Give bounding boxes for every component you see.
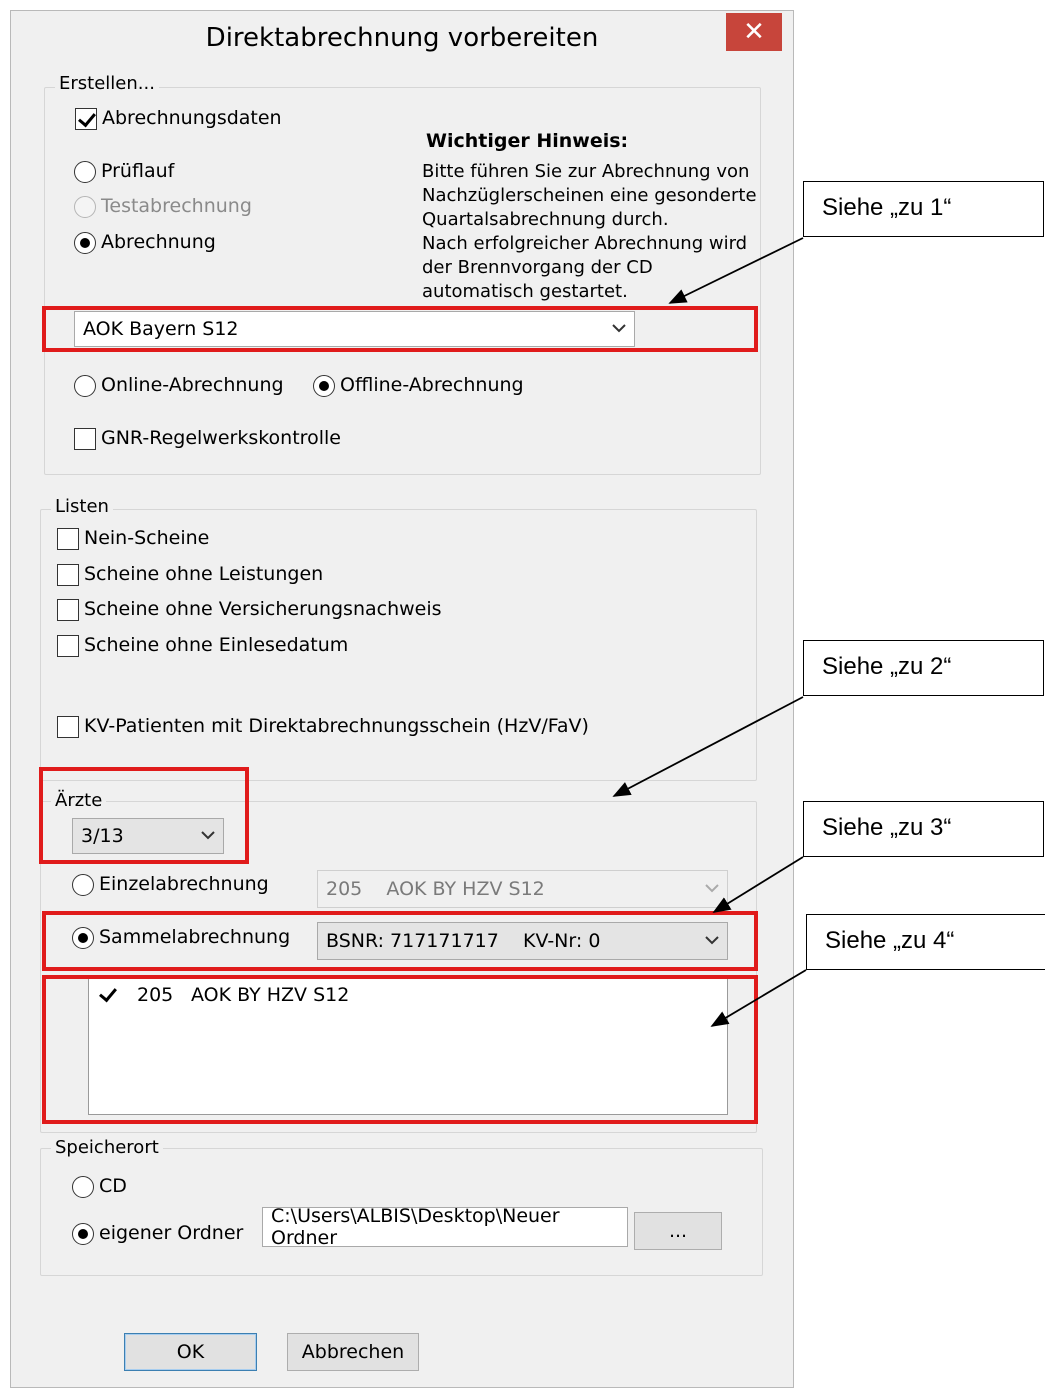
kv-patienten-label: KV-Patienten mit Direktabrechnungsschein…	[84, 715, 589, 737]
highlight-box-2	[39, 767, 249, 864]
chevron-down-icon	[705, 884, 719, 893]
einzelabrechnung-radio[interactable]	[72, 874, 94, 896]
abrechnung-radio[interactable]	[74, 232, 96, 254]
offline-abrechnung-radio[interactable]	[313, 375, 335, 397]
hint-line: Nach erfolgreicher Abrechnung wird	[422, 233, 748, 254]
title-bar: Direktabrechnung vorbereiten ✕	[11, 11, 793, 67]
callout-zu-1: Siehe „zu 1“	[803, 181, 1044, 237]
testabrechnung-radio[interactable]	[74, 196, 96, 218]
kv-patienten-checkbox[interactable]	[57, 716, 79, 738]
einzel-select-value: 205 AOK BY HZV S12	[326, 878, 545, 900]
abrechnungsdaten-label: Abrechnungsdaten	[102, 107, 282, 129]
ohne-einlesedatum-checkbox[interactable]	[57, 635, 79, 657]
ohne-einlesedatum-label: Scheine ohne Einlesedatum	[84, 634, 349, 656]
path-input-value: C:\Users\ALBIS\Desktop\Neuer Ordner	[271, 1205, 560, 1249]
hint-line: der Brennvorgang der CD	[422, 257, 653, 278]
testabrechnung-label: Testabrechnung	[101, 195, 252, 217]
highlight-box-1	[42, 306, 758, 352]
cancel-button-label: Abbrechen	[301, 1341, 405, 1363]
cd-label: CD	[99, 1175, 127, 1197]
cd-radio[interactable]	[72, 1176, 94, 1198]
online-abrechnung-label: Online-Abrechnung	[101, 374, 284, 396]
eigener-ordner-radio[interactable]	[72, 1223, 94, 1245]
nein-scheine-checkbox[interactable]	[57, 528, 79, 550]
ok-button-label: OK	[176, 1341, 205, 1363]
legend-listen: Listen	[51, 496, 113, 517]
online-abrechnung-radio[interactable]	[74, 375, 96, 397]
highlight-box-4	[42, 975, 758, 1124]
abrechnungsdaten-checkbox[interactable]	[75, 108, 97, 130]
prueflauf-radio[interactable]	[74, 161, 96, 183]
ok-button[interactable]: OK	[124, 1333, 257, 1371]
close-button[interactable]: ✕	[726, 13, 782, 51]
callout-zu-2: Siehe „zu 2“	[803, 640, 1044, 696]
highlight-box-3	[42, 911, 758, 971]
cancel-button[interactable]: Abbrechen	[287, 1333, 419, 1371]
close-icon: ✕	[743, 17, 765, 47]
callout-zu-3: Siehe „zu 3“	[803, 801, 1044, 857]
hint-title: Wichtiger Hinweis:	[426, 130, 629, 152]
ohne-versicherungsnachweis-checkbox[interactable]	[57, 599, 79, 621]
dialog-title: Direktabrechnung vorbereiten	[205, 23, 599, 53]
hint-line: Quartalsabrechnung durch.	[422, 209, 669, 230]
nein-scheine-label: Nein-Scheine	[84, 527, 210, 549]
path-input[interactable]: C:\Users\ALBIS\Desktop\Neuer Ordner	[262, 1205, 628, 1249]
legend-speicherort: Speicherort	[51, 1137, 163, 1158]
gnr-label: GNR-Regelwerkskontrolle	[101, 427, 341, 449]
abrechnung-label: Abrechnung	[101, 231, 216, 253]
eigener-ordner-label: eigener Ordner	[99, 1222, 244, 1244]
prueflauf-label: Prüflauf	[101, 160, 175, 182]
group-erstellen	[44, 87, 761, 475]
browse-button[interactable]: ...	[634, 1212, 722, 1250]
ohne-versicherungsnachweis-label: Scheine ohne Versicherungsnachweis	[84, 598, 442, 620]
hint-line: automatisch gestartet.	[422, 281, 628, 302]
legend-erstellen: Erstellen...	[55, 73, 159, 94]
callout-zu-4: Siehe „zu 4“	[806, 914, 1045, 970]
ohne-leistungen-checkbox[interactable]	[57, 564, 79, 586]
ohne-leistungen-label: Scheine ohne Leistungen	[84, 563, 324, 585]
einzel-select[interactable]: 205 AOK BY HZV S12	[317, 870, 728, 908]
offline-abrechnung-label: Offline-Abrechnung	[340, 374, 524, 396]
browse-button-label: ...	[668, 1220, 688, 1242]
hint-line: Bitte führen Sie zur Abrechnung von	[422, 161, 750, 182]
gnr-checkbox[interactable]	[74, 428, 96, 450]
hint-line: Nachzüglerscheinen eine gesonderte	[422, 185, 757, 206]
einzelabrechnung-label: Einzelabrechnung	[99, 873, 269, 895]
